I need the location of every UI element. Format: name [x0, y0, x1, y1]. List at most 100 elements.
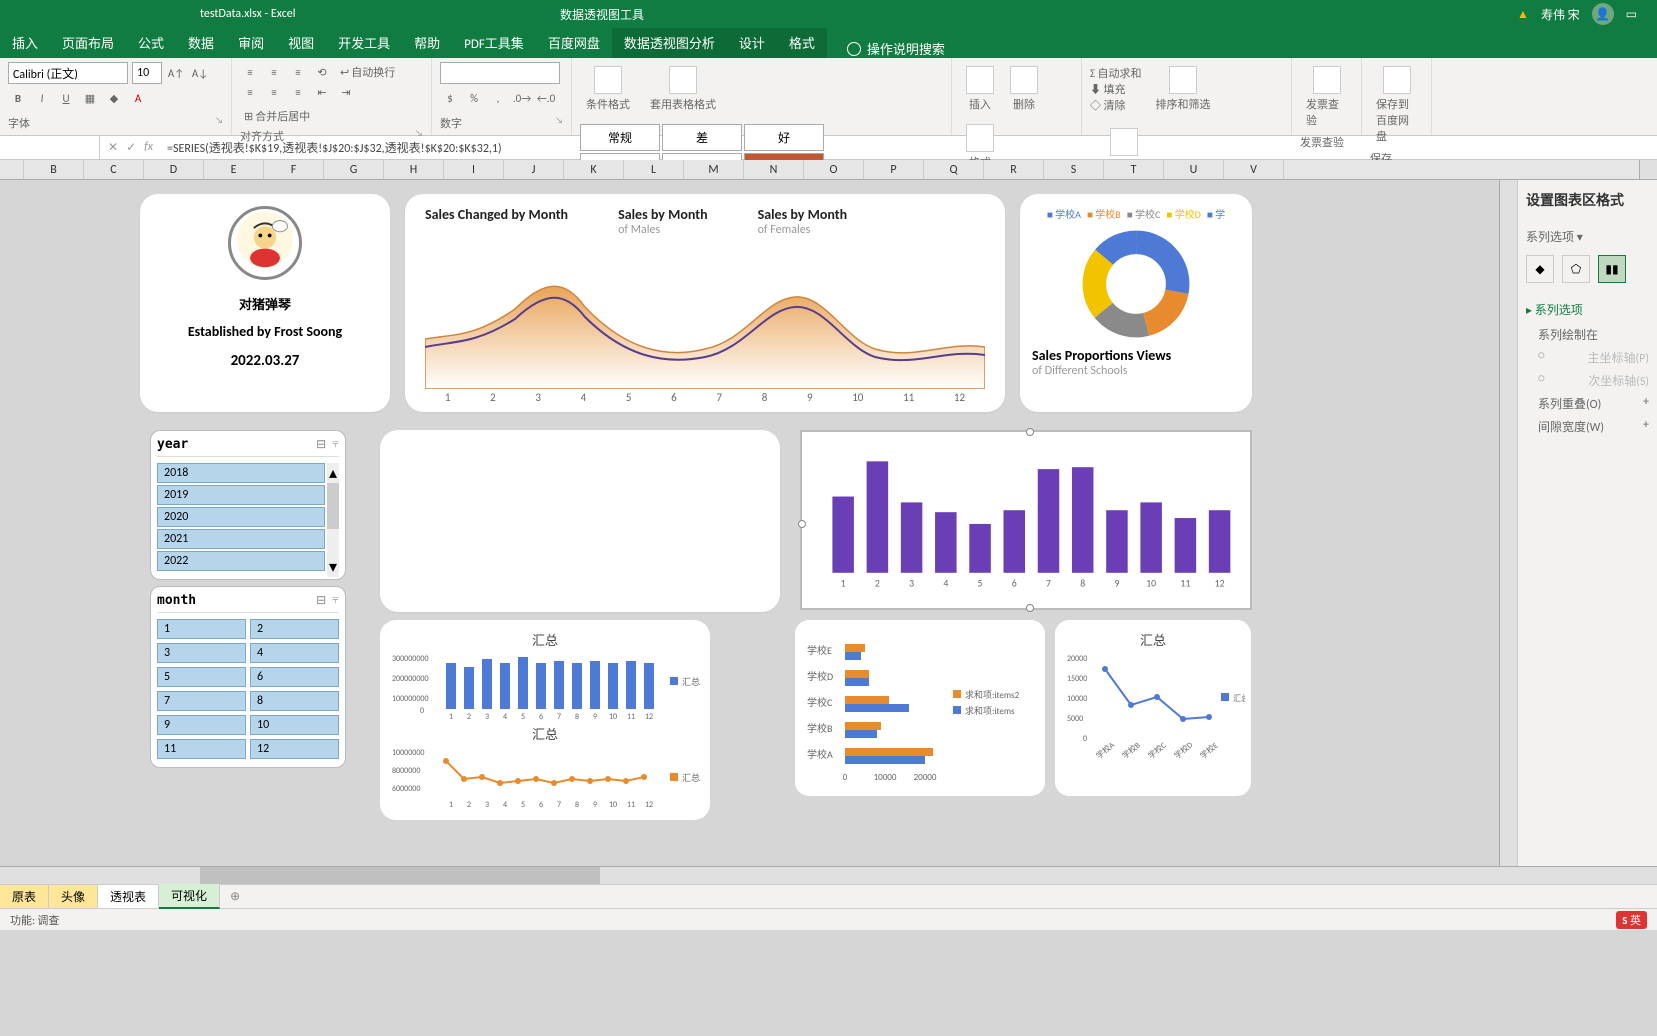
slicer-item[interactable]: 2021	[157, 529, 325, 549]
ribbon-display-options-icon[interactable]: ▭	[1626, 7, 1637, 22]
slicer-item[interactable]: 11	[157, 739, 246, 759]
slicer-item[interactable]: 9	[157, 715, 246, 735]
effects-icon[interactable]: ⬠	[1562, 255, 1590, 283]
font-color-button[interactable]: A	[128, 89, 148, 109]
horizontal-scrollbar[interactable]	[0, 866, 1657, 884]
col-header[interactable]: I	[444, 160, 504, 179]
col-header[interactable]: O	[804, 160, 864, 179]
increase-font-icon[interactable]: A↑	[166, 63, 186, 83]
tab-data[interactable]: 数据	[176, 27, 226, 58]
tab-help[interactable]: 帮助	[402, 27, 452, 58]
multi-select-icon[interactable]: ⊟	[316, 593, 326, 608]
slicer-item[interactable]: 2018	[157, 463, 325, 483]
col-header[interactable]: U	[1164, 160, 1224, 179]
wrap-text-button[interactable]: ↩自动换行	[336, 62, 399, 82]
align-right-icon[interactable]: ≡	[288, 82, 308, 102]
col-header[interactable]: L	[624, 160, 684, 179]
slicer-item[interactable]: 8	[250, 691, 339, 711]
increase-decimal-icon[interactable]: .0→	[512, 89, 532, 109]
font-size-combo[interactable]	[132, 62, 162, 84]
vertical-scrollbar-top[interactable]	[1639, 160, 1657, 179]
decrease-decimal-icon[interactable]: ←.0	[536, 89, 556, 109]
tab-format[interactable]: 格式	[777, 27, 827, 58]
tell-me-search[interactable]: 操作说明搜索	[847, 39, 945, 58]
formula-input[interactable]: =SERIES(透视表!$K$19,透视表!$J$20:$J$32,透视表!$K…	[161, 139, 1657, 156]
font-name-combo[interactable]	[8, 62, 128, 84]
tab-review[interactable]: 审阅	[226, 27, 276, 58]
tab-pivotchart-analyze[interactable]: 数据透视图分析	[612, 27, 727, 58]
worksheet-canvas[interactable]: 对猪弹琴 Established by Frost Soong 2022.03.…	[0, 180, 1499, 866]
format-as-table-button[interactable]: 套用表格格式	[644, 62, 722, 116]
secondary-axis-radio[interactable]: ○ 次坐标轴(S)	[1538, 372, 1649, 389]
col-header[interactable]: F	[264, 160, 324, 179]
col-header[interactable]: H	[384, 160, 444, 179]
fx-icon[interactable]: fx	[144, 140, 153, 155]
school-line-chart[interactable]: 20000150001000050000 汇总 学校A学校B学校C学校D学校E	[1065, 649, 1245, 779]
col-header[interactable]: K	[564, 160, 624, 179]
slicer-year[interactable]: year ⊟⫧ 2018 2019 2020 2021 2022 ▴▾	[150, 430, 346, 580]
sheet-tab[interactable]: 原表	[0, 885, 49, 908]
tab-design[interactable]: 设计	[727, 27, 777, 58]
slicer-item[interactable]: 12	[250, 739, 339, 759]
tab-view[interactable]: 视图	[276, 27, 326, 58]
primary-axis-radio[interactable]: ○ 主坐标轴(P)	[1538, 349, 1649, 366]
sort-filter-button[interactable]: 排序和筛选	[1150, 62, 1217, 116]
merge-center-button[interactable]: ⊞合并后居中	[240, 106, 314, 126]
col-header[interactable]: R	[984, 160, 1044, 179]
slicer-item[interactable]: 1	[157, 619, 246, 639]
col-header[interactable]: T	[1104, 160, 1164, 179]
sheet-tab-active[interactable]: 可视化	[159, 884, 220, 909]
slicer-item[interactable]: 2022	[157, 551, 325, 571]
align-top-icon[interactable]: ≡	[240, 62, 260, 82]
gap-width-option[interactable]: 间隙宽度(W)+	[1538, 418, 1649, 435]
bold-button[interactable]: B	[8, 89, 28, 109]
percent-format-icon[interactable]: %	[464, 89, 484, 109]
tab-pdf-tools[interactable]: PDF工具集	[452, 27, 536, 58]
selected-bar-chart[interactable]: 123456789101112	[800, 430, 1252, 610]
fill-color-button[interactable]: ◆	[104, 89, 124, 109]
clear-filter-icon[interactable]: ⫧	[332, 593, 339, 608]
slicer-item[interactable]: 7	[157, 691, 246, 711]
mini-line-chart[interactable]: 1000000080000006000000 123456789101112 汇…	[390, 743, 700, 813]
align-middle-icon[interactable]: ≡	[264, 62, 284, 82]
col-header[interactable]: V	[1224, 160, 1284, 179]
series-options-section[interactable]: ▸ 系列选项	[1526, 301, 1649, 318]
decrease-font-icon[interactable]: A↓	[190, 63, 210, 83]
warning-icon[interactable]: ▲	[1517, 7, 1529, 22]
col-header[interactable]: J	[504, 160, 564, 179]
fill-button[interactable]: ⬇ 填充	[1090, 81, 1142, 97]
border-button[interactable]: ▦	[80, 89, 100, 109]
slicer-item[interactable]: 5	[157, 667, 246, 687]
invoice-check-button[interactable]: 发票查验	[1300, 62, 1353, 132]
tab-baidu-drive[interactable]: 百度网盘	[536, 27, 612, 58]
col-header[interactable]: M	[684, 160, 744, 179]
col-header[interactable]: Q	[924, 160, 984, 179]
slicer-item[interactable]: 6	[250, 667, 339, 687]
slicer-item[interactable]: 4	[250, 643, 339, 663]
user-avatar[interactable]: 👤	[1592, 3, 1614, 25]
indent-decrease-icon[interactable]: ⇤	[312, 82, 332, 102]
col-header[interactable]: G	[324, 160, 384, 179]
tab-developer[interactable]: 开发工具	[326, 27, 402, 58]
italic-button[interactable]: I	[32, 89, 52, 109]
col-header[interactable]: N	[744, 160, 804, 179]
clear-button[interactable]: ◇ 清除	[1090, 97, 1142, 113]
series-options-icon[interactable]: ▮▮	[1598, 255, 1626, 283]
align-bottom-icon[interactable]: ≡	[288, 62, 308, 82]
font-dialog-launcher[interactable]: ↘	[215, 115, 223, 131]
number-format-combo[interactable]	[440, 62, 560, 84]
tab-page-layout[interactable]: 页面布局	[50, 27, 126, 58]
col-header[interactable]: B	[24, 160, 84, 179]
slicer-month[interactable]: month ⊟⫧ 1 2 3 4 5 6 7 8 9 10 11 12	[150, 586, 346, 768]
col-header[interactable]: S	[1044, 160, 1104, 179]
insert-cells-button[interactable]: 插入	[960, 62, 1000, 116]
col-header[interactable]: P	[864, 160, 924, 179]
clear-filter-icon[interactable]: ⫧	[332, 437, 339, 452]
multi-select-icon[interactable]: ⊟	[316, 437, 326, 452]
area-chart[interactable]	[425, 249, 985, 389]
comma-format-icon[interactable]: ,	[488, 89, 508, 109]
slicer-scrollbar[interactable]: ▴▾	[327, 463, 339, 577]
slicer-item[interactable]: 2	[250, 619, 339, 639]
align-left-icon[interactable]: ≡	[240, 82, 260, 102]
tab-formulas[interactable]: 公式	[126, 27, 176, 58]
